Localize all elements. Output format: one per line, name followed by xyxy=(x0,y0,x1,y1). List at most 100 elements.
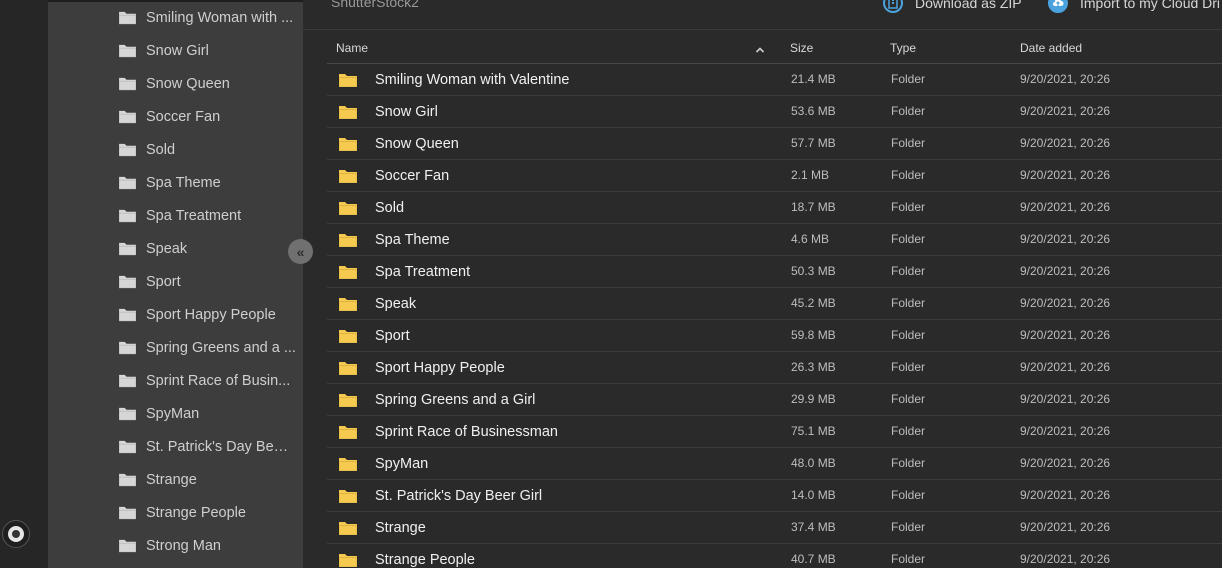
row-date-added: 9/20/2021, 20:26 xyxy=(1020,296,1111,310)
folder-icon xyxy=(338,74,358,88)
sidebar-folder-item[interactable]: Spa Theme xyxy=(48,166,303,199)
row-name: Spring Greens and a Girl xyxy=(375,392,536,408)
row-date-added: 9/20/2021, 20:26 xyxy=(1020,392,1111,406)
sidebar-folder-item[interactable]: Sport Happy People xyxy=(48,298,303,331)
row-size: 75.1 MB xyxy=(791,424,836,438)
row-date-added: 9/20/2021, 20:26 xyxy=(1020,200,1111,214)
row-name: Strange People xyxy=(375,552,475,568)
row-date-added: 9/20/2021, 20:26 xyxy=(1020,232,1111,246)
sidebar-folder-item[interactable]: Sold xyxy=(48,133,303,166)
row-date-added: 9/20/2021, 20:26 xyxy=(1020,520,1111,534)
folder-icon xyxy=(338,266,358,280)
table-row[interactable]: Strange 37.4 MB Folder 9/20/2021, 20:26 xyxy=(327,512,1222,544)
breadcrumb[interactable]: ShutterStock2 xyxy=(331,0,419,10)
folder-icon xyxy=(118,341,137,355)
folder-icon xyxy=(338,458,358,472)
folder-icon xyxy=(338,202,358,216)
sidebar-folder-item[interactable]: Speak xyxy=(48,232,303,265)
import-cloud-drive-button[interactable]: Import to my Cloud Dri xyxy=(1048,0,1220,13)
table-row[interactable]: Sport Happy People 26.3 MB Folder 9/20/2021… xyxy=(327,352,1222,384)
sidebar-folder-label: Sport xyxy=(146,273,181,290)
table-row[interactable]: St. Patrick's Day Beer Girl 14.0 MB Folder… xyxy=(327,480,1222,512)
row-type: Folder xyxy=(891,552,926,566)
table-row[interactable]: Spring Greens and a Girl 29.9 MB Folder 9/2… xyxy=(327,384,1222,416)
row-name: Snow Queen xyxy=(375,136,459,152)
table-row[interactable]: Speak 45.2 MB Folder 9/20/2021, 20:26 xyxy=(327,288,1222,320)
sidebar-folder-item[interactable]: Soccer Fan xyxy=(48,100,303,133)
row-size: 50.3 MB xyxy=(791,264,836,278)
sidebar-folder-item[interactable]: Sprint Race of Busin... xyxy=(48,364,303,397)
sidebar-folder-item[interactable]: Strong Man xyxy=(48,529,303,562)
chevron-up-icon[interactable] xyxy=(755,41,765,59)
table-row[interactable]: Spa Treatment 50.3 MB Folder 9/20/2021, 20:… xyxy=(327,256,1222,288)
sidebar-folder-item[interactable]: SpyMan xyxy=(48,397,303,430)
row-type: Folder xyxy=(891,264,926,278)
sidebar-folder-label: Spa Theme xyxy=(146,174,221,191)
sidebar-folder-item[interactable]: Smiling Woman with ... xyxy=(48,1,303,34)
cloud-upload-icon xyxy=(1048,0,1068,13)
user-menu-button[interactable] xyxy=(2,520,30,548)
sidebar-folder-label: Spa Treatment xyxy=(146,207,242,224)
table-row[interactable]: Snow Queen 57.7 MB Folder 9/20/2021, 20:26 xyxy=(327,128,1222,160)
table-row[interactable]: Sport 59.8 MB Folder 9/20/2021, 20:26 xyxy=(327,320,1222,352)
sidebar-folder-item[interactable]: Strange xyxy=(48,463,303,496)
folder-icon xyxy=(118,143,137,157)
column-header-type[interactable]: Type xyxy=(890,41,916,55)
folder-icon xyxy=(118,539,137,553)
column-header-name[interactable]: Name xyxy=(336,41,368,55)
row-name: Strange xyxy=(375,520,426,536)
row-size: 48.0 MB xyxy=(791,456,836,470)
table-row[interactable]: Soccer Fan 2.1 MB Folder 9/20/2021, 20:26 xyxy=(327,160,1222,192)
main-panel: ShutterStock2 Download as ZIP Import to … xyxy=(303,0,1222,568)
sidebar-folder-label: Strange xyxy=(146,471,197,488)
table-row[interactable]: Strange People 40.7 MB Folder 9/20/2021, 20… xyxy=(327,544,1222,568)
collapse-sidebar-button[interactable]: « xyxy=(288,239,313,264)
folder-tree: Smiling Woman with ... Snow Girl Snow Quee… xyxy=(48,1,303,562)
file-manager-window: Smiling Woman with ... Snow Girl Snow Quee… xyxy=(0,0,1222,568)
row-name: Sport Happy People xyxy=(375,360,505,376)
table-row[interactable]: SpyMan 48.0 MB Folder 9/20/2021, 20:26 xyxy=(327,448,1222,480)
sidebar-folder-item[interactable]: Snow Girl xyxy=(48,34,303,67)
row-size: 29.9 MB xyxy=(791,392,836,406)
folder-icon xyxy=(338,106,358,120)
folder-icon xyxy=(338,490,358,504)
table-row[interactable]: Snow Girl 53.6 MB Folder 9/20/2021, 20:26 xyxy=(327,96,1222,128)
sidebar-folder-item[interactable]: Spring Greens and a ... xyxy=(48,331,303,364)
table-row[interactable]: Smiling Woman with Valentine 21.4 MB Folde… xyxy=(327,64,1222,96)
folder-icon xyxy=(118,506,137,520)
row-name: Sprint Race of Businessman xyxy=(375,424,558,440)
row-type: Folder xyxy=(891,456,926,470)
row-date-added: 9/20/2021, 20:26 xyxy=(1020,136,1111,150)
folder-icon xyxy=(338,234,358,248)
sidebar-folder-item[interactable]: Spa Treatment xyxy=(48,199,303,232)
sidebar-folder-item[interactable]: Sport xyxy=(48,265,303,298)
folder-icon xyxy=(338,554,358,568)
table-row[interactable]: Spa Theme 4.6 MB Folder 9/20/2021, 20:26 xyxy=(327,224,1222,256)
row-size: 21.4 MB xyxy=(791,72,836,86)
row-date-added: 9/20/2021, 20:26 xyxy=(1020,456,1111,470)
table-row[interactable]: Sprint Race of Businessman 75.1 MB Folder 9… xyxy=(327,416,1222,448)
sidebar-folder-label: SpyMan xyxy=(146,405,200,422)
folder-icon xyxy=(338,394,358,408)
row-type: Folder xyxy=(891,360,926,374)
file-table-body: Smiling Woman with Valentine 21.4 MB Folde… xyxy=(327,64,1222,568)
download-zip-button[interactable]: Download as ZIP xyxy=(883,0,1022,13)
sidebar-folder-item[interactable]: Strange People xyxy=(48,496,303,529)
column-header-date-added[interactable]: Date added xyxy=(1020,41,1082,55)
table-row[interactable]: Sold 18.7 MB Folder 9/20/2021, 20:26 xyxy=(327,192,1222,224)
row-name: Snow Girl xyxy=(375,104,438,120)
column-header-size[interactable]: Size xyxy=(790,41,813,55)
folder-icon xyxy=(118,11,137,25)
row-type: Folder xyxy=(891,424,926,438)
row-date-added: 9/20/2021, 20:26 xyxy=(1020,168,1111,182)
row-size: 53.6 MB xyxy=(791,104,836,118)
user-avatar-icon xyxy=(8,526,24,542)
sidebar-folder-label: Snow Queen xyxy=(146,75,230,92)
row-size: 18.7 MB xyxy=(791,200,836,214)
row-name: Spa Treatment xyxy=(375,264,471,280)
sidebar-folder-item[interactable]: St. Patrick's Day Beer... xyxy=(48,430,303,463)
sidebar-folder-label: Snow Girl xyxy=(146,42,209,59)
folder-icon xyxy=(118,110,137,124)
sidebar-folder-item[interactable]: Snow Queen xyxy=(48,67,303,100)
folder-icon xyxy=(338,330,358,344)
